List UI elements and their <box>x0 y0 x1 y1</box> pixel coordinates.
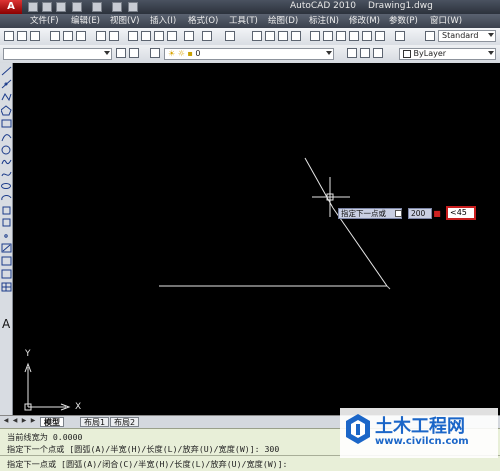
previous-tab-icon[interactable]: ◀ <box>11 417 19 425</box>
dynamic-input-angle-field[interactable]: <45 <box>446 206 476 220</box>
ucs-x-label: X <box>75 402 82 412</box>
first-tab-icon[interactable]: ◀ <box>2 417 10 425</box>
command-history-line: 当前线宽为 0.0000 <box>7 432 83 442</box>
last-tab-icon[interactable]: ▶ <box>29 417 37 425</box>
watermark-title: 土木工程网 <box>375 416 465 437</box>
drawing-geometry <box>24 157 391 411</box>
dynamic-input-lock-icon <box>395 210 402 217</box>
next-tab-icon[interactable]: ▶ <box>20 417 28 425</box>
watermark-logo <box>346 414 370 444</box>
command-history-line: 指定下一个点或 [圆弧(A)/半宽(H)/长度(L)/放弃(U)/宽度(W)]:… <box>7 444 280 454</box>
polyline-segment-angled <box>332 207 388 287</box>
watermark-url: www.civilcn.com <box>375 436 469 447</box>
dynamic-input-length-field[interactable]: 200 <box>408 208 432 219</box>
lock-icon: ■ <box>433 209 441 218</box>
ucs-y-label: Y <box>25 349 31 359</box>
dynamic-input-prompt: 指定下一点或 <box>338 208 402 219</box>
tab-layout1[interactable]: 布局1 <box>80 417 110 427</box>
command-prompt[interactable]: 指定下一点或 [圆弧(A)/闭合(C)/半宽(H)/长度(L)/放弃(U)/宽度… <box>7 458 287 470</box>
tab-model[interactable]: 模型 <box>40 417 64 427</box>
tab-layout2[interactable]: 布局2 <box>110 417 140 427</box>
